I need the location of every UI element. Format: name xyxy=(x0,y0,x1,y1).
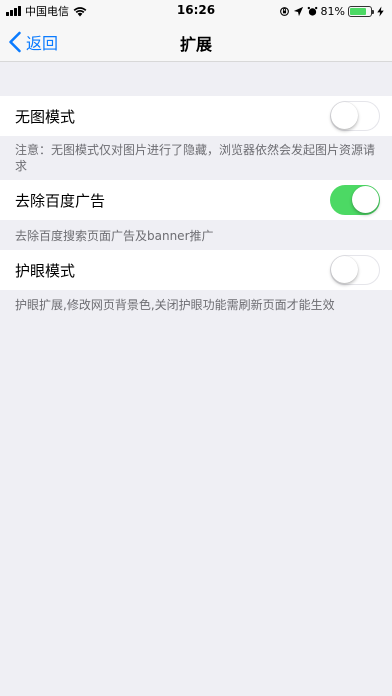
toggle-knob xyxy=(331,256,358,283)
navigation-bar: 返回 扩展 xyxy=(0,22,392,62)
alarm-icon xyxy=(307,6,317,16)
status-bar: 中国电信 16:26 81% xyxy=(0,0,392,22)
orientation-lock-icon xyxy=(279,6,289,16)
setting-row-no-image: 无图模式 xyxy=(0,96,392,136)
page-title: 扩展 xyxy=(179,35,212,54)
setting-note-eye-care: 护眼扩展,修改网页背景色,关闭护眼功能需刷新页面才能生效 xyxy=(15,298,335,312)
setting-note-no-image: 注意：无图模式仅对图片进行了隐藏，浏览器依然会发起图片资源请求 xyxy=(15,143,376,173)
location-icon xyxy=(293,6,303,16)
status-right: 81% xyxy=(279,4,386,18)
remove-ads-toggle[interactable] xyxy=(330,185,380,215)
charging-icon xyxy=(377,5,384,17)
setting-label-eye-care: 护眼模式 xyxy=(15,262,76,280)
toggle-knob xyxy=(352,186,379,213)
setting-row-eye-care: 护眼模式 xyxy=(0,250,392,290)
toggle-knob xyxy=(331,102,358,129)
battery-icon xyxy=(348,5,374,17)
battery-percent: 81% xyxy=(320,4,345,18)
setting-note-remove-ads: 去除百度搜索页面广告及banner推广 xyxy=(15,229,214,243)
setting-row-remove-ads: 去除百度广告 xyxy=(0,180,392,220)
setting-label-no-image: 无图模式 xyxy=(15,108,76,126)
battery-fill xyxy=(350,7,367,15)
setting-label-remove-ads: 去除百度广告 xyxy=(15,192,106,210)
eye-care-toggle[interactable] xyxy=(330,255,380,285)
no-image-toggle[interactable] xyxy=(330,101,380,131)
